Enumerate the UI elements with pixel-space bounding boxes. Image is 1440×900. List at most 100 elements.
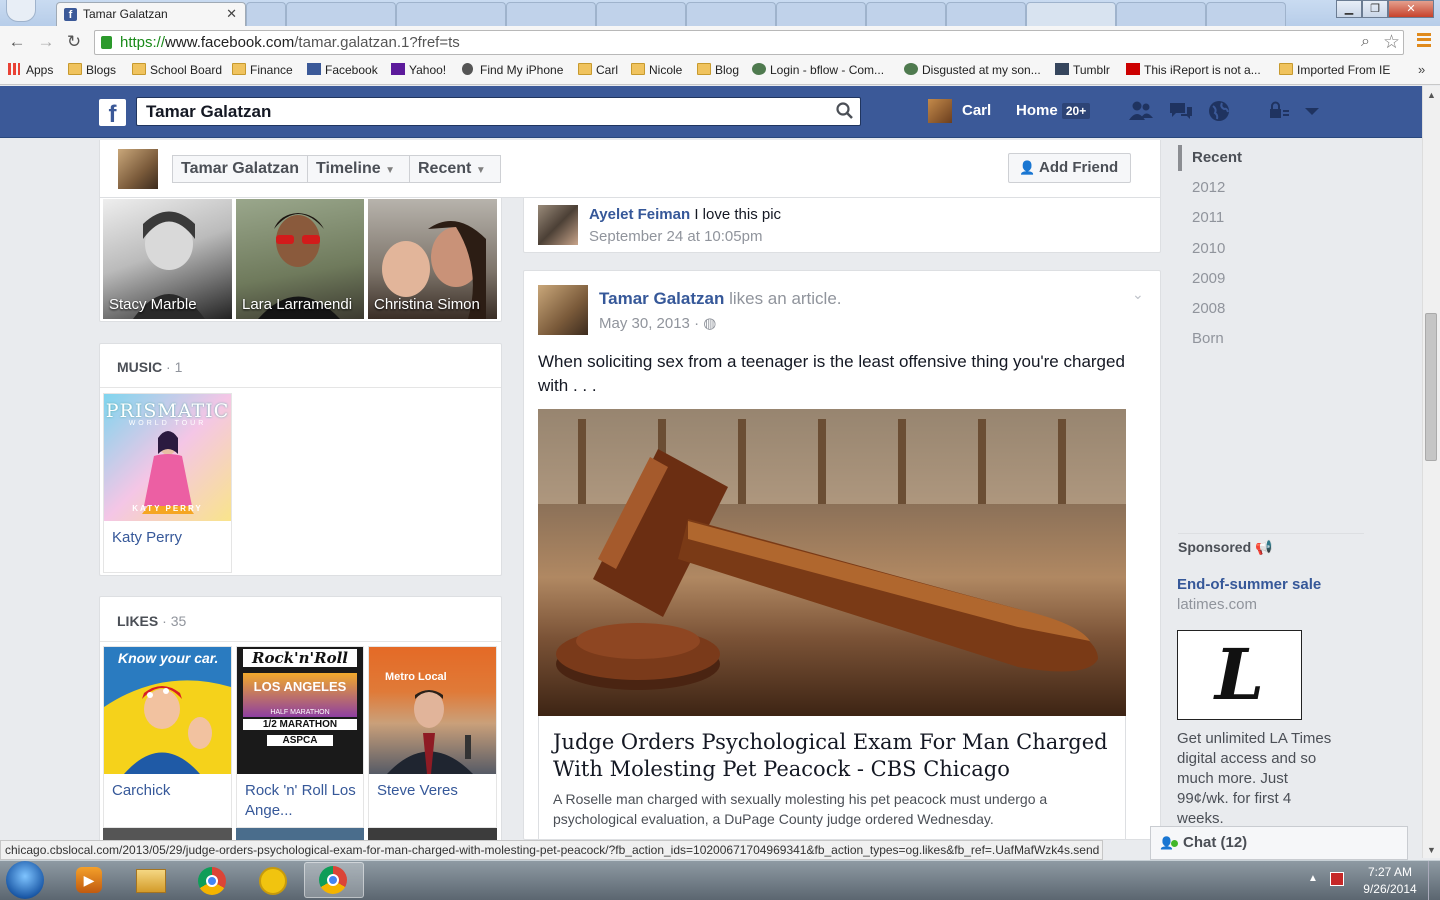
author-avatar[interactable] [538,285,588,335]
chrome-active-taskbar-icon[interactable] [304,862,364,898]
tab-background-1[interactable] [286,2,396,26]
bookmark-item[interactable]: Disgusted at my son... [904,62,1041,78]
bookmark-item[interactable]: Find My iPhone [462,62,563,78]
bookmark-item[interactable]: Tumblr [1055,62,1110,78]
story-date[interactable]: May 30, 2013 · ◍ [599,314,716,332]
article-title[interactable]: Judge Orders Psychological Exam For Man … [553,729,1113,783]
facebook-logo-icon[interactable]: f [99,99,126,128]
year-nav-item[interactable]: 2008 [1192,300,1225,317]
year-nav-item[interactable]: 2009 [1192,270,1225,287]
messages-icon[interactable] [1168,100,1192,122]
breadcrumb-timeline-dropdown[interactable]: Timeline ▼ [307,155,410,183]
comment-timestamp[interactable]: September 24 at 10:05pm [589,228,762,245]
tab-background-10[interactable] [1116,2,1206,26]
chrome-taskbar-icon[interactable] [182,862,242,898]
like-tile-next-row[interactable] [368,828,497,840]
show-desktop-button[interactable] [1428,861,1440,900]
like-image-steve-veres[interactable]: Metro Local [369,647,496,774]
like-item-name[interactable]: Steve Veres [377,781,458,801]
like-tile-next-row[interactable] [103,828,232,840]
file-explorer-taskbar-icon[interactable] [121,862,181,898]
bookmark-item[interactable]: Imported From IE [1279,62,1390,78]
user-name-link[interactable]: Carl [962,102,991,120]
comment-author[interactable]: Ayelet Feiman [589,206,690,223]
add-friend-button[interactable]: 👤 Add Friend [1008,153,1131,183]
search-input[interactable]: Tamar Galatzan [136,97,861,126]
year-nav-item[interactable]: 2010 [1192,240,1225,257]
clock-time[interactable]: 7:27 AM [1366,865,1414,879]
bookmark-item[interactable]: Login - bflow - Com... [752,62,884,78]
home-link[interactable]: Home 20+ [1016,102,1091,120]
scroll-down-arrow-icon[interactable]: ▼ [1427,845,1436,855]
url-text[interactable]: https://www.facebook.com/tamar.galatzan.… [120,34,460,51]
tab-background-5[interactable] [686,2,776,26]
bookmark-item[interactable]: Nicole [631,62,682,78]
account-menu-chevron-down-icon[interactable] [1305,108,1319,115]
windows-start-icon[interactable] [6,861,44,899]
friend-tile[interactable]: Stacy Marble [103,199,232,319]
commenter-avatar[interactable] [538,205,578,245]
notes-taskbar-icon[interactable] [243,862,303,898]
media-player-taskbar-icon[interactable]: ▶ [60,862,120,898]
tray-expand-icon[interactable]: ▲ [1308,873,1318,884]
search-icon[interactable] [836,102,854,120]
year-nav-item[interactable]: Recent [1192,149,1242,166]
tab-background-11[interactable] [1206,2,1286,26]
tab-background-7[interactable] [866,2,946,26]
notifications-globe-icon[interactable] [1208,100,1232,122]
bookmark-item[interactable]: Apps [8,62,53,78]
bookmark-item[interactable]: Carl [578,62,618,78]
bookmark-item[interactable]: Blogs [68,62,116,78]
like-item-name[interactable]: Rock 'n' Roll Los Ange... [245,781,361,821]
forward-arrow-icon[interactable]: → [36,32,56,52]
reload-icon[interactable]: ↻ [64,32,84,52]
clock-date[interactable]: 9/26/2014 [1360,882,1420,896]
friend-tile[interactable]: Lara Larramendi [236,199,364,319]
friend-requests-icon[interactable] [1128,100,1153,122]
bookmark-item[interactable]: School Board [132,62,222,78]
tab-active[interactable]: f Tamar Galatzan ✕ [56,2,246,26]
like-image-rocknroll[interactable]: Rock'n'Roll LOS ANGELES HALF MARATHON 1/… [237,647,363,774]
year-nav-item[interactable]: 2011 [1192,209,1224,226]
minimize-button[interactable]: ▁ [1336,0,1362,18]
back-arrow-icon[interactable]: ← [7,32,27,52]
music-item-name[interactable]: Katy Perry [112,528,182,548]
zoom-icon[interactable]: ⌕ [1361,33,1370,51]
bookmark-star-icon[interactable]: ☆ [1383,31,1400,54]
close-window-button[interactable]: ✕ [1388,0,1434,18]
profile-thumbnail[interactable] [118,149,158,189]
scrollbar-thumb[interactable] [1425,313,1437,461]
breadcrumb-recent-dropdown[interactable]: Recent ▼ [409,155,501,183]
album-art[interactable]: PRISMATIC WORLD TOUR KATY PERRY [104,394,231,521]
page-scrollbar[interactable] [1422,86,1440,858]
tab-new[interactable] [246,2,286,26]
story-options-chevron-down-icon[interactable]: ⌄ [1132,286,1144,303]
year-nav-item[interactable]: Born [1192,330,1224,347]
bookmark-item[interactable]: Blog [697,62,739,78]
article-image[interactable] [538,409,1126,716]
chat-tab[interactable]: 👤 Chat (12) [1150,826,1408,860]
music-section-title[interactable]: MUSIC · 1 [117,359,182,375]
story-author[interactable]: Tamar Galatzan [599,289,724,308]
tab-background-4[interactable] [596,2,686,26]
tab-background-3[interactable] [506,2,596,26]
breadcrumb-profile-name[interactable]: Tamar Galatzan [172,155,308,183]
privacy-shortcuts-icon[interactable] [1267,100,1291,122]
user-profile-icon[interactable] [6,0,36,22]
chrome-menu-icon[interactable] [1417,33,1431,47]
tab-background-2[interactable] [396,2,506,26]
bookmark-item[interactable]: Yahoo! [391,62,446,78]
tab-background-6[interactable] [776,2,866,26]
bookmark-item[interactable]: This iReport is not a... [1126,62,1261,78]
like-tile-next-row[interactable] [236,828,364,840]
like-item-name[interactable]: Carchick [112,781,170,801]
user-avatar[interactable] [928,99,952,123]
tab-background-9[interactable] [1026,2,1116,26]
ad-image[interactable]: L [1177,630,1302,720]
bookmark-item[interactable]: Facebook [307,62,378,78]
ad-title[interactable]: End-of-summer sale [1177,576,1321,593]
maximize-button[interactable]: ❐ [1362,0,1388,18]
likes-section-title[interactable]: LIKES · 35 [117,613,186,629]
bookmark-item[interactable]: Finance [232,62,293,78]
scroll-up-arrow-icon[interactable]: ▲ [1427,90,1436,100]
